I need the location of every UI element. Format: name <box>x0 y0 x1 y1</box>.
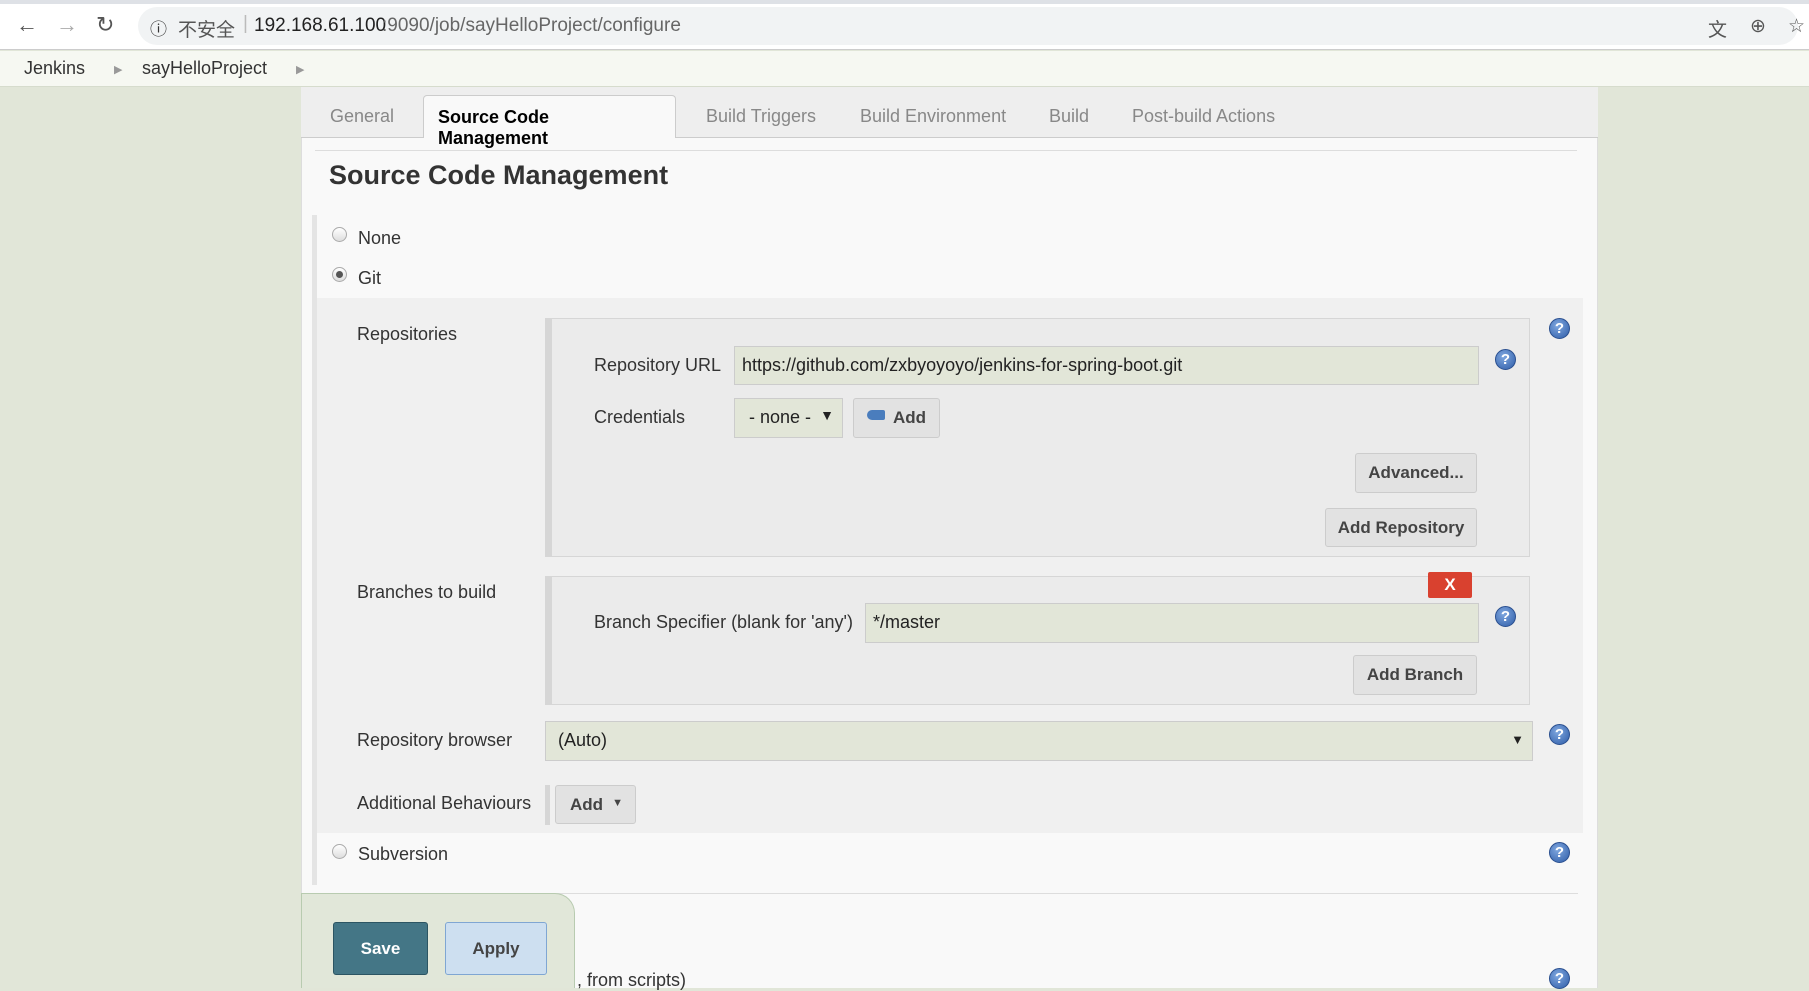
chevron-right-icon[interactable]: ▶ <box>114 63 122 76</box>
info-icon[interactable]: ⓘ <box>150 15 167 40</box>
add-branch-button[interactable]: Add Branch <box>1353 655 1477 695</box>
breadcrumb-project[interactable]: sayHelloProject <box>142 58 267 79</box>
breadcrumb: Jenkins ▶ sayHelloProject ▶ <box>0 51 1809 87</box>
repositories-label: Repositories <box>357 324 458 344</box>
reload-icon[interactable]: ↻ <box>96 12 114 38</box>
repository-browser-value: (Auto) <box>558 730 608 750</box>
section-title: Source Code Management <box>329 160 669 190</box>
chevron-right-icon[interactable]: ▶ <box>296 63 304 76</box>
browser-toolbar: ← → ↻ ⓘ 不安全 | 192.168.61.100 :9090/job/s… <box>0 0 1809 50</box>
help-icon[interactable]: ? <box>1549 968 1570 989</box>
tab-source-code-management[interactable]: Source Code Management <box>423 95 676 148</box>
tab-general[interactable]: General <box>330 95 394 138</box>
branch-specifier-label: Branch Specifier (blank for 'any') <box>594 612 853 632</box>
radio-none-label: None <box>358 228 402 248</box>
dropdown-arrow-icon: ▼ <box>820 407 834 423</box>
credentials-select[interactable]: - none - ▼ <box>734 398 843 438</box>
branches-label: Branches to build <box>357 582 497 602</box>
save-button[interactable]: Save <box>333 922 428 975</box>
help-icon[interactable]: ? <box>1495 349 1516 370</box>
additional-behaviours-label: Additional Behaviours <box>357 793 532 813</box>
add-behaviour-button[interactable]: Add ▼ <box>555 785 636 824</box>
tab-build[interactable]: Build <box>1049 95 1089 138</box>
delete-branch-button[interactable]: X <box>1428 572 1472 598</box>
apply-button[interactable]: Apply <box>445 922 547 975</box>
dropdown-arrow-icon: ▼ <box>1511 732 1524 747</box>
repository-url-input[interactable]: https://github.com/zxbyoyoyo/jenkins-for… <box>734 346 1479 385</box>
radio-git[interactable] <box>332 267 347 282</box>
repository-url-label: Repository URL <box>594 355 722 375</box>
help-icon[interactable]: ? <box>1549 724 1570 745</box>
repository-browser-label: Repository browser <box>357 730 513 750</box>
tab-strip <box>0 0 1809 4</box>
tab-post-build-actions[interactable]: Post-build Actions <box>1132 95 1275 138</box>
repository-browser-select[interactable]: (Auto) ▼ <box>545 721 1533 761</box>
add-repository-button[interactable]: Add Repository <box>1325 508 1477 547</box>
url-host: 192.168.61.100 <box>254 15 387 36</box>
translate-icon[interactable]: 文 <box>1708 15 1727 42</box>
advanced-button[interactable]: Advanced... <box>1355 453 1477 493</box>
bookmark-star-icon[interactable]: ☆ <box>1788 15 1805 38</box>
tab-build-environment[interactable]: Build Environment <box>860 95 1006 138</box>
radio-subversion[interactable] <box>332 844 347 859</box>
security-label: 不安全 <box>178 20 236 41</box>
add-label: Add <box>892 408 927 427</box>
radio-subversion-label: Subversion <box>358 844 449 864</box>
help-icon[interactable]: ? <box>1549 318 1570 339</box>
radio-git-label: Git <box>358 268 382 288</box>
add-label: Add <box>570 795 604 814</box>
indent-bar <box>545 785 550 825</box>
back-icon[interactable]: ← <box>16 12 38 38</box>
caret-down-icon: ▼ <box>612 797 623 809</box>
help-icon[interactable]: ? <box>1495 606 1516 627</box>
url-path: :9090/job/sayHelloProject/configure <box>382 15 681 36</box>
key-icon <box>867 410 885 420</box>
divider <box>315 150 1577 151</box>
add-credentials-button[interactable]: Add <box>853 398 940 438</box>
breadcrumb-jenkins[interactable]: Jenkins <box>24 58 85 79</box>
credentials-label: Credentials <box>594 407 686 427</box>
zoom-icon[interactable]: ⊕ <box>1750 15 1766 38</box>
credentials-value: - none - <box>749 407 812 427</box>
divider: | <box>243 13 248 34</box>
forward-icon[interactable]: → <box>56 12 78 38</box>
tab-build-triggers[interactable]: Build Triggers <box>706 95 816 138</box>
help-icon[interactable]: ? <box>1549 842 1570 863</box>
branch-specifier-input[interactable]: */master <box>865 603 1479 643</box>
radio-none[interactable] <box>332 227 347 242</box>
address-bar[interactable]: ⓘ 不安全 | 192.168.61.100 :9090/job/sayHell… <box>138 7 1805 45</box>
